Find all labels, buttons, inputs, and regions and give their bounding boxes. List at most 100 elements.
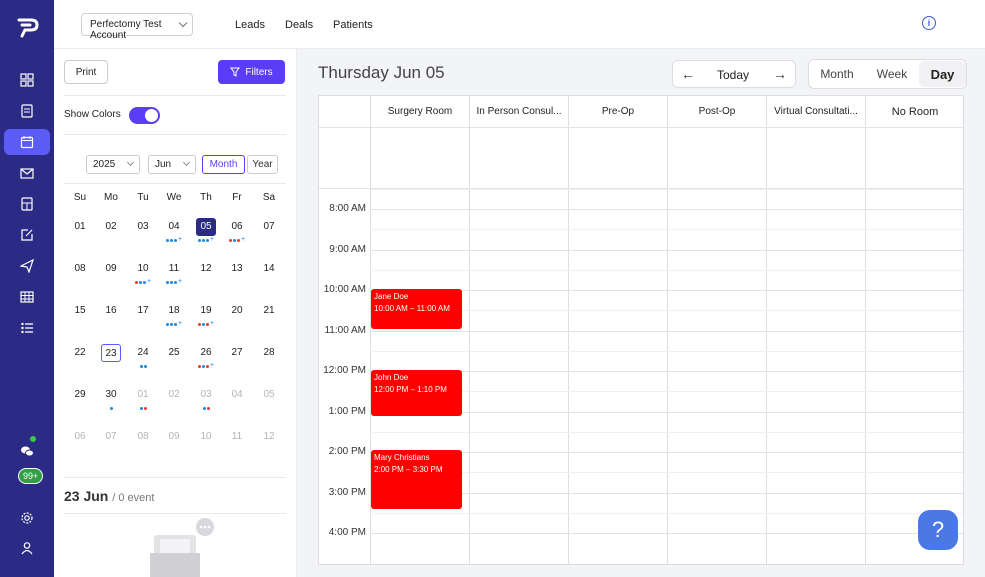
gear-icon[interactable] bbox=[4, 505, 50, 531]
calendar-day[interactable]: 05 bbox=[259, 386, 279, 404]
calendar-day[interactable]: 04 bbox=[164, 218, 184, 236]
calendar-day[interactable]: 19 bbox=[196, 302, 216, 320]
calendar-day[interactable]: 26 bbox=[196, 344, 216, 362]
calendar-day[interactable]: 01 bbox=[70, 218, 90, 236]
calendar-day[interactable]: 03 bbox=[196, 386, 216, 404]
calendar-day[interactable]: 08 bbox=[70, 260, 90, 278]
today-button[interactable]: Today bbox=[717, 68, 749, 82]
year-select[interactable]: 2025 bbox=[86, 155, 140, 174]
nav-patients[interactable]: Patients bbox=[333, 19, 373, 31]
calendar-day[interactable]: 20 bbox=[227, 302, 247, 320]
more-events-icon: + bbox=[209, 362, 215, 369]
calendar-icon[interactable] bbox=[4, 129, 50, 155]
event-dots: + bbox=[194, 362, 218, 369]
divider bbox=[64, 183, 286, 184]
calendar-day[interactable]: 02 bbox=[101, 218, 121, 236]
appointment-event[interactable]: John Doe 12:00 PM – 1:10 PM bbox=[371, 370, 462, 416]
event-dots: + bbox=[131, 278, 155, 285]
filters-button[interactable]: Filters bbox=[218, 60, 285, 84]
calendar-day[interactable]: 09 bbox=[164, 428, 184, 446]
notification-badge[interactable]: 99+ bbox=[18, 468, 44, 484]
show-colors-toggle[interactable] bbox=[129, 107, 160, 124]
calendar-day[interactable]: 06 bbox=[227, 218, 247, 236]
time-label: 12:00 PM bbox=[319, 365, 369, 376]
event-dot bbox=[169, 322, 173, 326]
account-select[interactable]: Perfectomy Test Account bbox=[81, 13, 193, 41]
month-toggle[interactable]: Month bbox=[202, 155, 245, 174]
more-events-icon: + bbox=[177, 278, 183, 285]
nav-leads[interactable]: Leads bbox=[235, 19, 265, 31]
mail-icon[interactable] bbox=[4, 160, 50, 186]
calendar-day[interactable]: 05 bbox=[196, 218, 216, 236]
more-events-icon: + bbox=[177, 320, 183, 327]
list-icon[interactable] bbox=[4, 315, 50, 341]
print-button[interactable]: Print bbox=[64, 60, 108, 84]
calendar-day[interactable]: 06 bbox=[70, 428, 90, 446]
calendar-day[interactable]: 21 bbox=[259, 302, 279, 320]
calendar-day[interactable]: 12 bbox=[259, 428, 279, 446]
calculator-icon[interactable] bbox=[4, 191, 50, 217]
send-icon[interactable] bbox=[4, 253, 50, 279]
view-day[interactable]: Day bbox=[919, 61, 966, 87]
calendar-day[interactable]: 29 bbox=[70, 386, 90, 404]
filters-label: Filters bbox=[245, 66, 273, 78]
calendar-day[interactable]: 11 bbox=[164, 260, 184, 278]
calendar-day[interactable]: 30 bbox=[101, 386, 121, 404]
calendar-day[interactable]: 18 bbox=[164, 302, 184, 320]
time-label: 11:00 AM bbox=[319, 325, 369, 336]
calendar-day[interactable]: 27 bbox=[227, 344, 247, 362]
appointment-event[interactable]: Jane Doe 10:00 AM – 11:00 AM bbox=[371, 289, 462, 329]
view-week[interactable]: Week bbox=[865, 60, 919, 88]
calendar-day[interactable]: 25 bbox=[164, 344, 184, 362]
table-icon[interactable] bbox=[4, 284, 50, 310]
calendar-main: Thursday Jun 05 ← Today → Month Week Day… bbox=[297, 49, 985, 577]
calendar-day[interactable]: 08 bbox=[133, 428, 153, 446]
info-icon[interactable]: i bbox=[922, 16, 936, 30]
event-dots: + bbox=[194, 320, 218, 327]
calendar-day[interactable]: 11 bbox=[227, 428, 247, 446]
help-button[interactable]: ? bbox=[918, 510, 958, 550]
clipboard-icon[interactable] bbox=[4, 98, 50, 124]
calendar-day[interactable]: 03 bbox=[133, 218, 153, 236]
calendar-day[interactable]: 17 bbox=[133, 302, 153, 320]
chat-icon[interactable] bbox=[4, 438, 50, 464]
calendar-day[interactable]: 07 bbox=[259, 218, 279, 236]
time-label: 2:00 PM bbox=[319, 446, 369, 457]
calendar-day[interactable]: 07 bbox=[101, 428, 121, 446]
calendar-day[interactable]: 01 bbox=[133, 386, 153, 404]
calendar-day[interactable]: 10 bbox=[133, 260, 153, 278]
appointment-event[interactable]: Mary Christians 2:00 PM – 3:30 PM bbox=[371, 450, 462, 509]
calendar-day[interactable]: 24 bbox=[133, 344, 153, 362]
calendar-day[interactable]: 04 bbox=[227, 386, 247, 404]
nav-deals[interactable]: Deals bbox=[285, 19, 313, 31]
year-toggle[interactable]: Year bbox=[247, 155, 278, 174]
event-dot bbox=[202, 406, 206, 410]
arrow-left-icon[interactable]: ← bbox=[681, 66, 695, 82]
calendar-day[interactable]: 28 bbox=[259, 344, 279, 362]
time-label: 1:00 PM bbox=[319, 406, 369, 417]
divider bbox=[64, 513, 286, 514]
calendar-day[interactable]: 09 bbox=[101, 260, 121, 278]
calendar-day[interactable]: 15 bbox=[70, 302, 90, 320]
calendar-day[interactable]: 23 bbox=[101, 344, 121, 362]
dashboard-icon[interactable] bbox=[4, 67, 50, 93]
month-select[interactable]: Jun bbox=[148, 155, 196, 174]
calendar-day[interactable]: 22 bbox=[70, 344, 90, 362]
arrow-right-icon[interactable]: → bbox=[773, 66, 787, 82]
grid-line bbox=[370, 351, 963, 352]
user-icon[interactable] bbox=[4, 535, 50, 561]
logo-icon[interactable] bbox=[16, 14, 40, 40]
event-dot bbox=[139, 364, 143, 368]
calendar-day[interactable]: 12 bbox=[196, 260, 216, 278]
event-dot bbox=[236, 238, 240, 242]
calendar-day[interactable]: 02 bbox=[164, 386, 184, 404]
calendar-day[interactable]: 10 bbox=[196, 428, 216, 446]
calendar-day[interactable]: 13 bbox=[227, 260, 247, 278]
event-dot bbox=[143, 364, 147, 368]
summary-count: / 0 event bbox=[112, 492, 155, 504]
calendar-day[interactable]: 16 bbox=[101, 302, 121, 320]
calendar-day[interactable]: 14 bbox=[259, 260, 279, 278]
edit-icon[interactable] bbox=[4, 222, 50, 248]
top-bar: Perfectomy Test Account Leads Deals Pati… bbox=[54, 0, 985, 49]
view-month[interactable]: Month bbox=[809, 60, 865, 88]
